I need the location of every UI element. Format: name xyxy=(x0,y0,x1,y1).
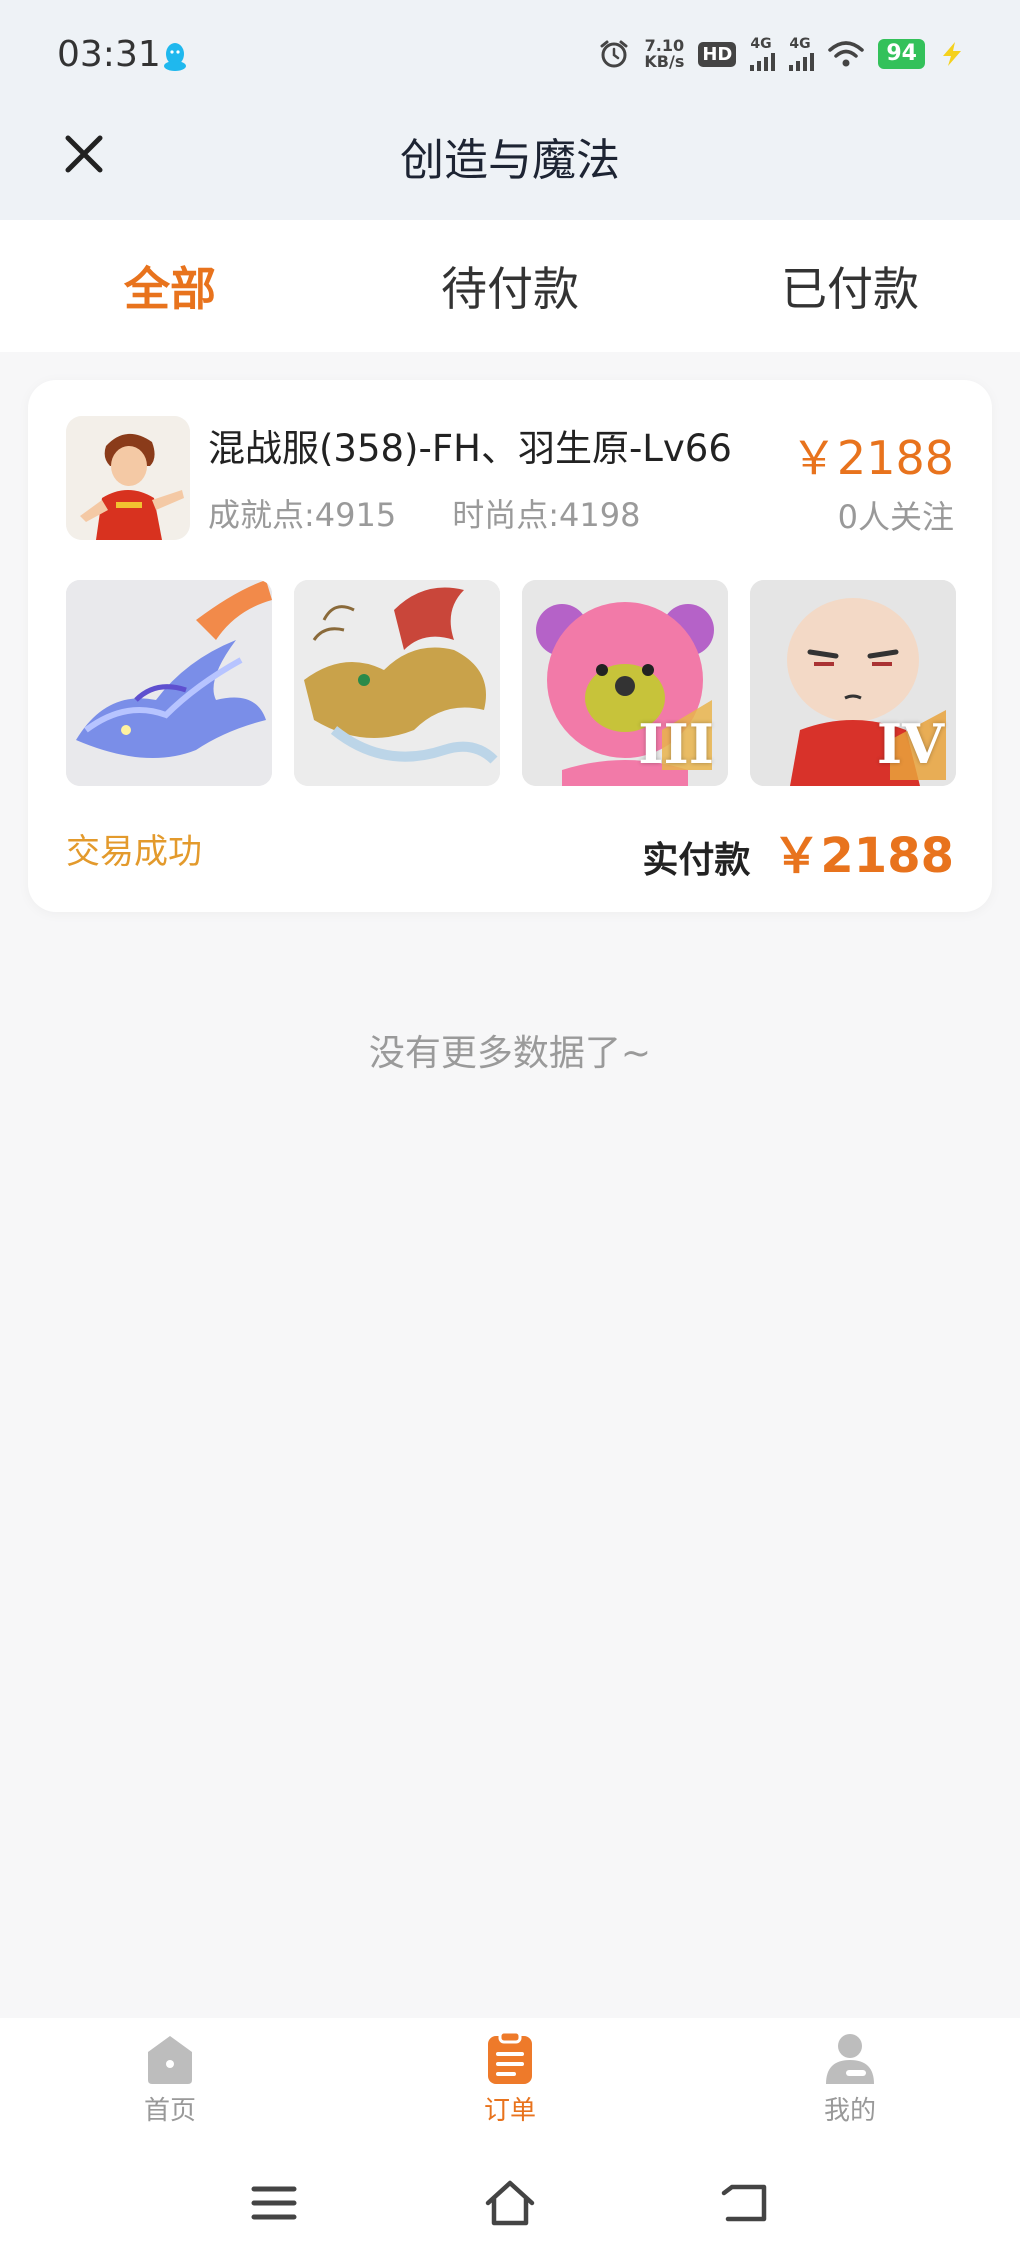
signal-2-label: 4G xyxy=(789,36,811,52)
rarity-badge: IV xyxy=(876,712,944,776)
item-thumbnails: III IV xyxy=(66,580,956,786)
wifi-icon xyxy=(828,41,865,67)
list-end-text: 没有更多数据了~ xyxy=(368,1033,652,1074)
hd-badge: HD xyxy=(698,41,737,67)
system-nav-bar xyxy=(0,2138,1020,2267)
alarm-icon xyxy=(600,40,628,68)
nav-profile-label: 我的 xyxy=(823,2095,876,2126)
tab-pending-payment[interactable]: 待付款 xyxy=(340,220,680,352)
character-avatar xyxy=(66,416,190,540)
thumbnail-golden-dragon[interactable] xyxy=(294,580,500,786)
qq-icon xyxy=(164,43,186,71)
net-speed-unit: KB/s xyxy=(644,52,685,71)
fashion-points: 时尚点:4198 xyxy=(452,496,641,534)
bottom-nav: 首页 订单 我的 xyxy=(0,2018,1020,2138)
nav-home[interactable]: 首页 xyxy=(0,2018,340,2138)
charging-bolt-icon xyxy=(943,42,961,66)
account-stats: 成就点:4915 时尚点:4198 xyxy=(208,490,640,536)
follower-count: 0人关注 xyxy=(837,498,954,536)
paid-summary: 实付款 ￥2188 xyxy=(642,816,954,886)
battery-level: 94 xyxy=(878,39,925,69)
signal-1: 4G xyxy=(750,36,776,71)
profile-icon xyxy=(826,2033,874,2084)
server-name: 混战服(358)-FH、羽生原-Lv66 xyxy=(208,427,732,470)
home-button-icon[interactable] xyxy=(482,2175,538,2231)
achievement-points: 成就点:4915 xyxy=(208,496,397,534)
order-icon xyxy=(488,2030,532,2084)
nav-orders[interactable]: 订单 xyxy=(340,2018,680,2138)
home-icon xyxy=(148,2035,192,2084)
signal-bars-icon xyxy=(750,51,776,71)
order-card[interactable]: 混战服(358)-FH、羽生原-Lv66 成就点:4915 时尚点:4198 ￥… xyxy=(28,380,992,912)
thumbnail-pink-bear[interactable]: III xyxy=(522,580,728,786)
nav-orders-label: 订单 xyxy=(483,2095,536,2126)
back-icon[interactable] xyxy=(718,2175,774,2231)
tab-paid[interactable]: 已付款 xyxy=(680,220,1020,352)
status-bar: 03:31 7.10 KB/s HD 4G 4G 94 xyxy=(0,0,1020,110)
paid-amount: ￥2188 xyxy=(772,828,954,884)
nav-profile[interactable]: 我的 xyxy=(680,2018,1020,2138)
header: 创造与魔法 xyxy=(0,110,1020,220)
menu-icon[interactable] xyxy=(246,2175,302,2231)
tab-all[interactable]: 全部 xyxy=(0,220,340,352)
signal-2: 4G xyxy=(789,36,815,71)
signal-bars-icon xyxy=(789,51,815,71)
order-status: 交易成功 xyxy=(66,832,202,872)
page-title: 创造与魔法 xyxy=(400,135,620,186)
nav-home-label: 首页 xyxy=(143,2095,196,2126)
order-tabs: 全部 待付款 已付款 xyxy=(0,220,1020,352)
order-price: ￥2188 xyxy=(790,431,954,485)
net-speed: 7.10 KB/s xyxy=(644,38,684,70)
thumbnail-bald-character[interactable]: IV xyxy=(750,580,956,786)
rarity-badge: III xyxy=(638,712,714,776)
status-time: 03:31 xyxy=(57,34,161,75)
status-icons: 7.10 KB/s HD 4G 4G 94 xyxy=(598,34,965,74)
paid-label: 实付款 xyxy=(642,840,751,881)
signal-1-label: 4G xyxy=(750,36,772,52)
thumbnail-blue-dragon[interactable] xyxy=(66,580,272,786)
